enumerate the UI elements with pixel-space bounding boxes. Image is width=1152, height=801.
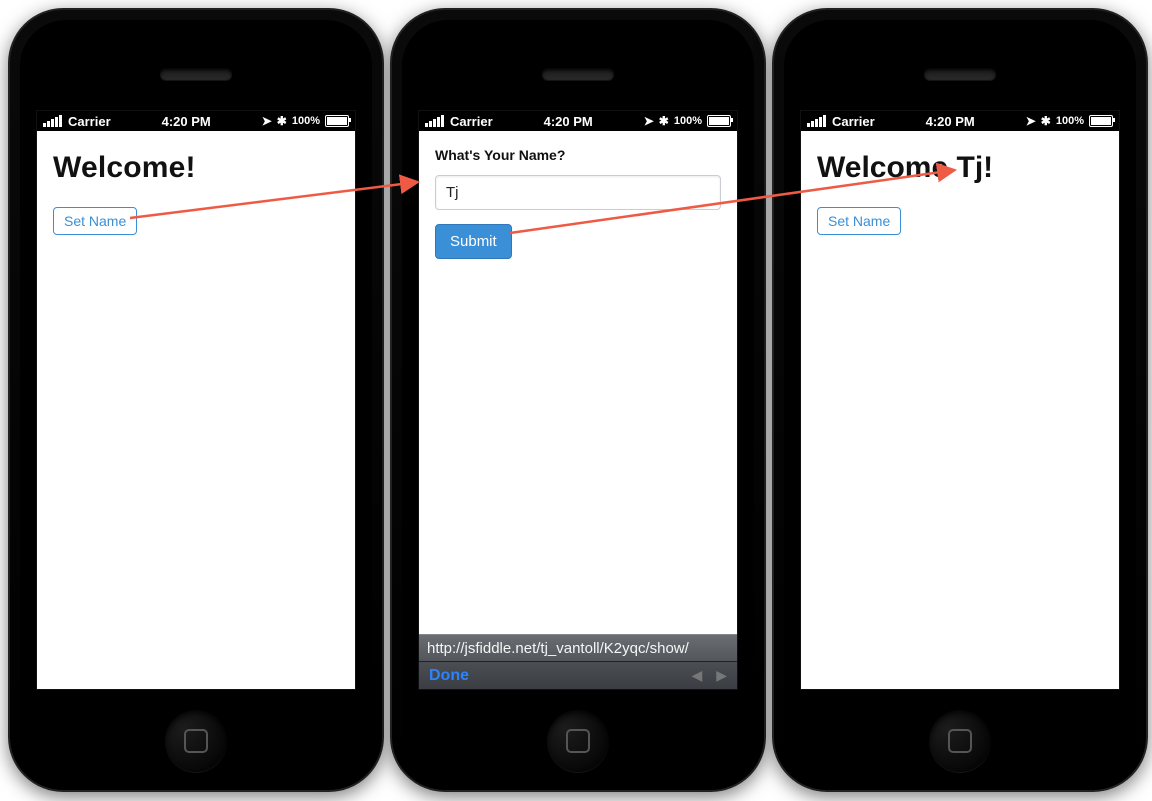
phone-screen-3: Carrier 4:20 PM ➤ ✱ 100% Welcome Tj! Set… xyxy=(800,110,1120,690)
battery-icon xyxy=(325,115,349,127)
signal-bars-icon xyxy=(807,115,826,127)
app-content-3: Welcome Tj! Set Name xyxy=(801,131,1119,249)
phone-screen-2: Carrier 4:20 PM ➤ ✱ 100% What's Your Nam… xyxy=(418,110,738,690)
phone-speaker xyxy=(924,68,996,80)
bluetooth-icon: ✱ xyxy=(277,114,287,128)
welcome-title: Welcome Tj! xyxy=(817,151,1103,185)
battery-icon xyxy=(1089,115,1113,127)
status-time: 4:20 PM xyxy=(875,114,1026,129)
home-button[interactable] xyxy=(929,710,991,772)
location-icon: ➤ xyxy=(1026,114,1036,128)
location-icon: ➤ xyxy=(644,114,654,128)
bluetooth-icon: ✱ xyxy=(659,114,669,128)
signal-bars-icon xyxy=(43,115,62,127)
keyboard-prev-icon[interactable]: ◀ xyxy=(691,667,702,684)
signal-bars-icon xyxy=(425,115,444,127)
phone-frame-2: Carrier 4:20 PM ➤ ✱ 100% What's Your Nam… xyxy=(390,8,766,792)
battery-percent: 100% xyxy=(292,115,320,127)
home-button[interactable] xyxy=(547,710,609,772)
app-content-1: Welcome! Set Name xyxy=(37,131,355,249)
status-time: 4:20 PM xyxy=(493,114,644,129)
home-button[interactable] xyxy=(165,710,227,772)
keyboard-next-icon[interactable]: ▶ xyxy=(716,667,727,684)
phone-screen-1: Carrier 4:20 PM ➤ ✱ 100% Welcome! Set Na… xyxy=(36,110,356,690)
phone-speaker xyxy=(160,68,232,80)
set-name-button[interactable]: Set Name xyxy=(817,207,901,235)
app-content-2: What's Your Name? Submit xyxy=(419,131,737,273)
keyboard-done-button[interactable]: Done xyxy=(429,667,469,685)
set-name-button[interactable]: Set Name xyxy=(53,207,137,235)
status-bar: Carrier 4:20 PM ➤ ✱ 100% xyxy=(37,111,355,131)
battery-percent: 100% xyxy=(674,115,702,127)
diagram-stage: Carrier 4:20 PM ➤ ✱ 100% Welcome! Set Na… xyxy=(0,0,1152,801)
phone-frame-3: Carrier 4:20 PM ➤ ✱ 100% Welcome Tj! Set… xyxy=(772,8,1148,792)
name-prompt-label: What's Your Name? xyxy=(435,147,721,163)
keyboard-accessory-bar: Done ◀ ▶ xyxy=(419,661,737,689)
carrier-label: Carrier xyxy=(832,114,875,129)
carrier-label: Carrier xyxy=(68,114,111,129)
name-input[interactable] xyxy=(435,175,721,210)
submit-button[interactable]: Submit xyxy=(435,224,512,259)
bluetooth-icon: ✱ xyxy=(1041,114,1051,128)
status-bar: Carrier 4:20 PM ➤ ✱ 100% xyxy=(419,111,737,131)
phone-frame-1: Carrier 4:20 PM ➤ ✱ 100% Welcome! Set Na… xyxy=(8,8,384,792)
phone-speaker xyxy=(542,68,614,80)
browser-url-bar[interactable]: http://jsfiddle.net/tj_vantoll/K2yqc/sho… xyxy=(419,634,737,662)
status-bar: Carrier 4:20 PM ➤ ✱ 100% xyxy=(801,111,1119,131)
battery-percent: 100% xyxy=(1056,115,1084,127)
battery-icon xyxy=(707,115,731,127)
location-icon: ➤ xyxy=(262,114,272,128)
carrier-label: Carrier xyxy=(450,114,493,129)
welcome-title: Welcome! xyxy=(53,151,339,185)
status-time: 4:20 PM xyxy=(111,114,262,129)
